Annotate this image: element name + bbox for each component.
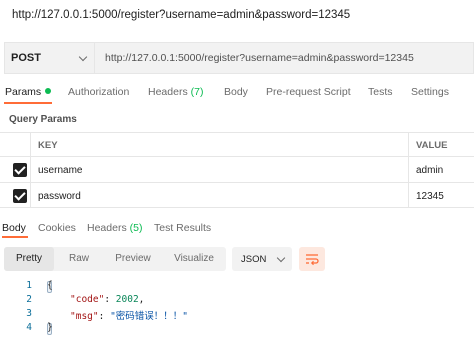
value-column-header: VALUE — [416, 140, 448, 151]
view-preview-button[interactable]: Preview — [106, 247, 160, 271]
line-number: 3 — [26, 308, 32, 319]
params-active-dot — [45, 88, 52, 94]
key-column-header: KEY — [38, 140, 58, 151]
tab-headers-label: Headers — [148, 86, 188, 98]
tab-response-headers-count: (5) — [129, 222, 143, 234]
code-line-content: "msg": "密码错误！！！" — [70, 311, 189, 322]
tab-headers-count: (7) — [190, 86, 204, 98]
tab-params[interactable]: Params — [5, 86, 52, 98]
response-body-code[interactable]: 1 { 2 "code": 2002, 3 "msg": "密码错误！！！" 4… — [0, 280, 474, 336]
chevron-down-icon — [276, 253, 286, 262]
column-divider — [30, 183, 31, 207]
tab-tests[interactable]: Tests — [368, 86, 393, 98]
view-mode-toolbar: Pretty Raw Preview Visualize — [4, 247, 226, 271]
json-key: "msg" — [70, 311, 99, 322]
param-value[interactable]: 12345 — [416, 191, 444, 202]
tab-params-label: Params — [5, 86, 42, 98]
table-row: password 12345 — [0, 182, 474, 208]
tab-settings[interactable]: Settings — [411, 86, 449, 98]
checkbox-checked-icon[interactable] — [13, 163, 27, 177]
response-tabs: Body Cookies Headers (5) Test Results — [0, 218, 474, 238]
url-input[interactable]: http://127.0.0.1:5000/register?username=… — [94, 42, 474, 74]
open-brace: { — [47, 280, 53, 291]
close-brace: } — [47, 322, 53, 333]
table-row: username admin — [0, 156, 474, 182]
chevron-down-icon — [78, 52, 88, 61]
column-divider — [408, 133, 409, 156]
tab-authorization[interactable]: Authorization — [68, 86, 129, 98]
wrap-lines-icon — [306, 254, 319, 266]
tab-cookies[interactable]: Cookies — [38, 222, 76, 234]
view-raw-button[interactable]: Raw — [56, 247, 102, 271]
column-divider — [408, 157, 409, 182]
address-title: http://127.0.0.1:5000/register?username=… — [12, 9, 351, 21]
tab-response-body[interactable]: Body — [2, 222, 26, 234]
checkbox-checked-icon[interactable] — [13, 189, 27, 203]
param-value[interactable]: admin — [416, 165, 443, 176]
code-line: 4 } — [0, 322, 474, 336]
line-number: 4 — [26, 322, 32, 333]
active-tab-indicator — [4, 102, 52, 104]
table-header-row: KEY VALUE — [0, 132, 474, 156]
code-line: 1 { — [0, 280, 474, 294]
code-line: 2 "code": 2002, — [0, 294, 474, 308]
tab-body[interactable]: Body — [224, 86, 248, 98]
tab-prerequest-script[interactable]: Pre-request Script — [266, 86, 351, 98]
tab-test-results[interactable]: Test Results — [154, 222, 211, 234]
wrap-lines-button[interactable] — [299, 247, 325, 271]
column-divider — [408, 183, 409, 207]
line-number: 2 — [26, 294, 32, 305]
line-number: 1 — [26, 280, 32, 291]
request-tabs: Params Authorization Headers (7) Body Pr… — [0, 80, 474, 104]
format-select[interactable]: JSON — [232, 247, 292, 271]
query-params-title: Query Params — [9, 114, 77, 125]
code-line: 3 "msg": "密码错误！！！" — [0, 308, 474, 322]
code-line-content: "code": 2002, — [70, 294, 145, 305]
request-bar: POST http://127.0.0.1:5000/register?user… — [4, 42, 474, 74]
method-select[interactable]: POST — [4, 42, 94, 74]
json-number: 2002 — [115, 294, 139, 305]
param-key[interactable]: username — [38, 165, 82, 176]
view-pretty-button[interactable]: Pretty — [4, 247, 54, 271]
active-response-tab-indicator — [2, 236, 28, 238]
tab-response-headers[interactable]: Headers (5) — [87, 222, 142, 234]
column-divider — [30, 157, 31, 182]
column-divider — [30, 133, 31, 156]
json-string: "密码错误！！！" — [110, 311, 189, 322]
query-params-table: KEY VALUE username admin password 12345 — [0, 132, 474, 208]
json-key: "code" — [70, 294, 105, 305]
tab-response-headers-label: Headers — [87, 222, 127, 234]
tab-headers[interactable]: Headers (7) — [148, 86, 203, 98]
param-key[interactable]: password — [38, 191, 81, 202]
method-label: POST — [11, 52, 41, 64]
view-visualize-button[interactable]: Visualize — [166, 247, 222, 271]
format-label: JSON — [241, 253, 267, 265]
